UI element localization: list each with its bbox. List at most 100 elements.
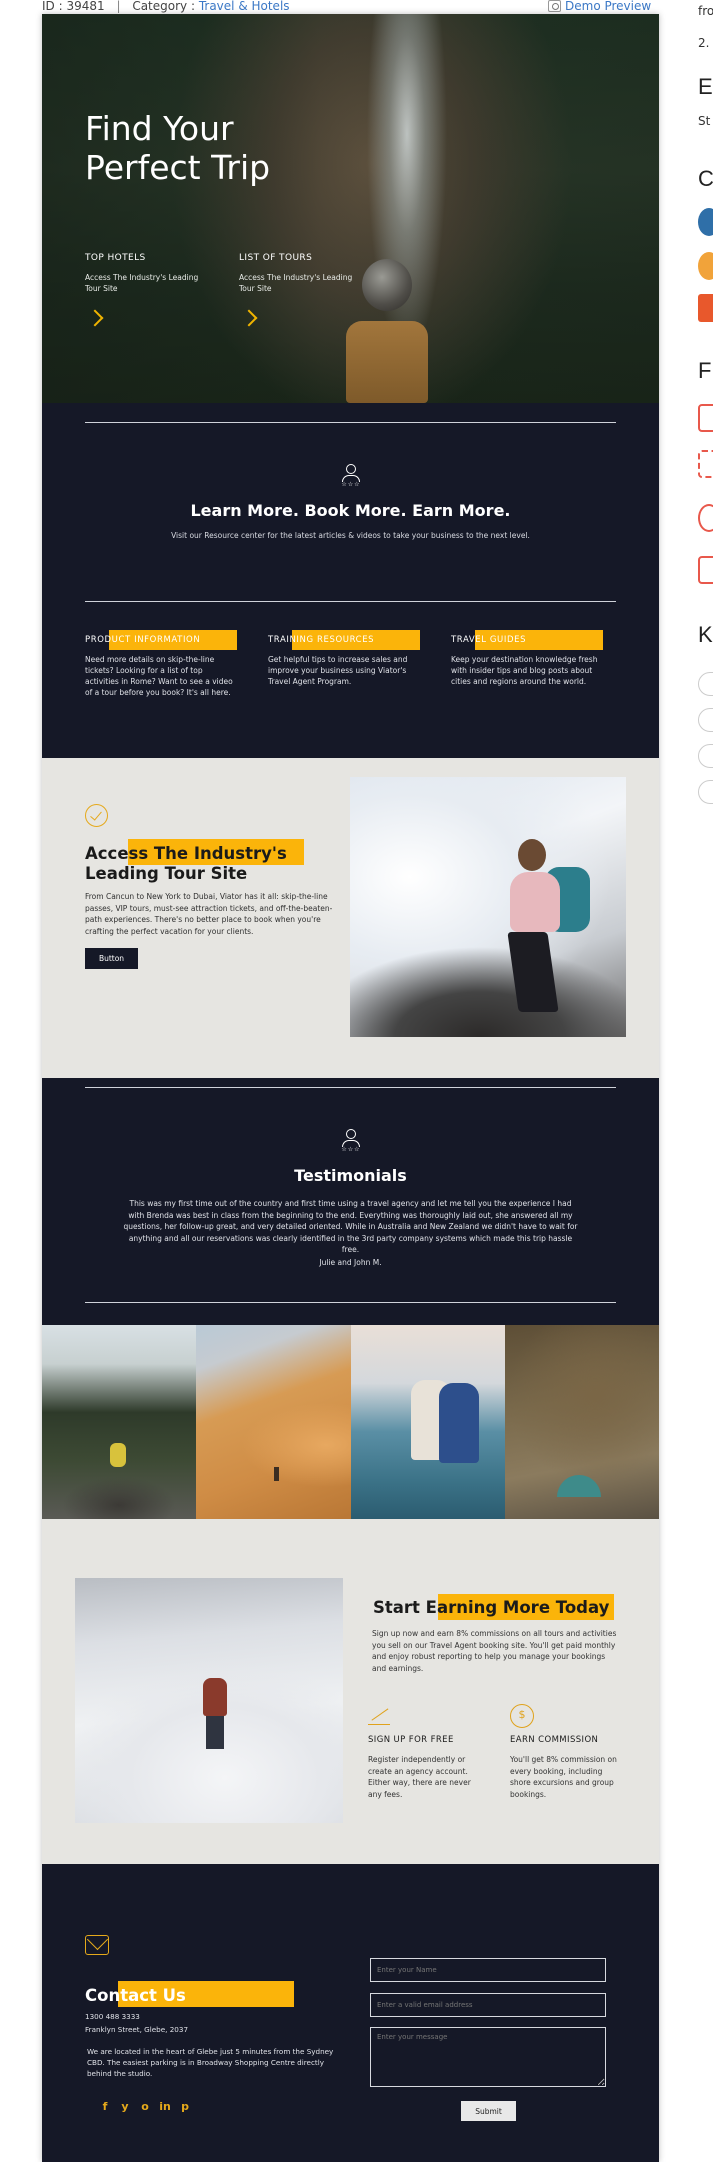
preview-icon xyxy=(548,0,561,12)
backpack-shape xyxy=(346,321,428,403)
html5-icon[interactable] xyxy=(698,294,713,322)
sidebar-heading-f: F xyxy=(698,358,712,383)
contact-note: We are located in the heart of Glebe jus… xyxy=(87,2047,334,2078)
earn-column-desc: Register independently or create an agen… xyxy=(368,1755,471,1799)
hero-title: Find Your Perfect Trip xyxy=(85,109,270,187)
learn-more-title: Learn More. Book More. Earn More. xyxy=(190,501,511,520)
submit-button[interactable]: Submit xyxy=(461,2101,516,2121)
keyword-tag-2[interactable] xyxy=(698,708,713,732)
feature-heading[interactable]: TRAINING RESOURCES xyxy=(268,630,420,650)
demo-preview-link[interactable]: Demo Preview xyxy=(548,0,651,12)
contact-phone: 1300 488 3333 xyxy=(85,2012,140,2021)
sidebar-text-3: St xyxy=(698,114,711,128)
earn-column-commission: EARN COMMISSION You'll get 8% commission… xyxy=(510,1704,620,1800)
person-stars-icon: ☆☆☆ xyxy=(340,1129,362,1153)
template-meta-bar: ID : 39481 | Category : Travel & Hotels xyxy=(42,0,290,14)
gallery-couple-sea-image xyxy=(350,1325,505,1519)
testimonial-quote: This was my first time out of the countr… xyxy=(123,1199,578,1254)
category-label: Category : xyxy=(132,0,195,13)
sidebar-heading-e: E xyxy=(698,74,713,99)
contact-address: Franklyn Street, Glebe, 2037 xyxy=(85,2025,189,2034)
gallery-palm-road-image xyxy=(42,1325,197,1519)
hero-column-heading: LIST OF TOURS xyxy=(239,253,313,263)
divider-line xyxy=(85,1302,616,1303)
sidebar-heading-c: C xyxy=(698,166,713,191)
feature-travel-guides: TRAVEL GUIDES Keep your destination know… xyxy=(451,630,603,687)
feature-heading[interactable]: TRAVEL GUIDES xyxy=(451,630,603,650)
earn-title: Start Earning More Today xyxy=(373,1598,610,1617)
feature-heading[interactable]: PRODUCT INFORMATION xyxy=(85,630,237,650)
keyword-tag-3[interactable] xyxy=(698,744,713,768)
template-preview: Find Your Perfect Trip TOP HOTELS Access… xyxy=(42,14,659,2162)
email-field[interactable] xyxy=(370,1993,606,2017)
name-field[interactable] xyxy=(370,1958,606,1982)
sidebar-text-2: 2. xyxy=(698,36,710,50)
social-links: f y o in p xyxy=(98,2100,192,2114)
earn-column-desc: You'll get 8% commission on every bookin… xyxy=(510,1755,617,1799)
feature-training-resources: TRAINING RESOURCES Get helpful tips to i… xyxy=(268,630,420,687)
joomla-icon[interactable] xyxy=(698,252,713,280)
testimonials-title: Testimonials xyxy=(294,1166,407,1185)
feature-icon-4 xyxy=(698,556,713,584)
earn-column-heading: SIGN UP FOR FREE xyxy=(368,1735,454,1745)
earn-column-sign-up: SIGN UP FOR FREE Register independently … xyxy=(368,1704,478,1800)
feature-icon-3 xyxy=(698,504,713,532)
hero-column-top-hotels: TOP HOTELS Access The Industry's Leading… xyxy=(85,252,210,327)
sidebar-heading-k: K xyxy=(698,622,713,647)
snow-climber-image xyxy=(75,1578,343,1823)
coin-icon xyxy=(510,1704,534,1728)
feature-icon-1 xyxy=(698,404,713,432)
earn-text: Sign up now and earn 8% commissions on a… xyxy=(372,1629,617,1673)
right-sidebar: fro 2. E St C F K xyxy=(698,0,713,820)
message-field[interactable] xyxy=(370,2027,606,2087)
hero-section: Find Your Perfect Trip TOP HOTELS Access… xyxy=(42,14,659,403)
learn-more-subtitle: Visit our Resource center for the latest… xyxy=(171,531,530,540)
linkedin-icon[interactable]: in xyxy=(158,2100,172,2114)
gallery-tent-image xyxy=(504,1325,659,1519)
hero-column-heading: TOP HOTELS xyxy=(85,253,146,263)
head-shape xyxy=(362,259,412,311)
learn-more-section xyxy=(42,403,659,758)
chevron-right-icon[interactable] xyxy=(240,309,258,327)
access-title-line-2: Leading Tour Site xyxy=(85,864,248,883)
template-id: ID : 39481 xyxy=(42,0,105,13)
testimonial-author: Julie and John M. xyxy=(319,1258,382,1267)
hero-title-line-1: Find Your xyxy=(85,109,234,148)
divider-line xyxy=(85,601,616,602)
twitter-icon[interactable]: y xyxy=(118,2100,132,2114)
feature-product-information: PRODUCT INFORMATION Need more details on… xyxy=(85,630,237,698)
checkmark-icon xyxy=(85,804,108,827)
wordpress-icon[interactable] xyxy=(698,208,713,236)
pen-icon xyxy=(368,1704,392,1728)
feature-icon-2 xyxy=(698,450,713,478)
category-link[interactable]: Travel & Hotels xyxy=(199,0,290,13)
woman-hiker-image xyxy=(350,777,626,1037)
earn-column-heading: EARN COMMISSION xyxy=(510,1735,599,1745)
hero-title-line-2: Perfect Trip xyxy=(85,148,271,187)
gallery-desert-image xyxy=(196,1325,351,1519)
hero-column-desc: Access The Industry's Leading Tour Site xyxy=(239,273,353,293)
meta-separator: | xyxy=(116,0,121,13)
hero-column-list-of-tours: LIST OF TOURS Access The Industry's Lead… xyxy=(239,252,364,327)
pinterest-icon[interactable]: p xyxy=(178,2100,192,2114)
access-title-line-1: Access The Industry's xyxy=(85,844,287,863)
chevron-right-icon[interactable] xyxy=(86,309,104,327)
divider-line xyxy=(85,422,616,423)
feature-desc: Need more details on skip-the-line ticke… xyxy=(85,655,233,697)
feature-desc: Get helpful tips to increase sales and i… xyxy=(268,655,408,686)
feature-desc: Keep your destination knowledge fresh wi… xyxy=(451,655,598,686)
access-text: From Cancun to New York to Dubai, Viator… xyxy=(85,892,333,936)
demo-preview-label: Demo Preview xyxy=(565,0,652,13)
hero-column-desc: Access The Industry's Leading Tour Site xyxy=(85,273,199,293)
facebook-icon[interactable]: f xyxy=(98,2100,112,2114)
instagram-icon[interactable]: o xyxy=(138,2100,152,2114)
sidebar-text-1: fro xyxy=(698,4,713,18)
keyword-tag-1[interactable] xyxy=(698,672,713,696)
contact-title: Contact Us xyxy=(85,1986,186,2005)
keyword-tag-4[interactable] xyxy=(698,780,713,804)
person-stars-icon: ☆☆☆ xyxy=(340,464,362,488)
access-title: Access The Industry's Leading Tour Site xyxy=(85,844,305,884)
access-button[interactable]: Button xyxy=(85,948,138,969)
mail-icon xyxy=(85,1935,109,1955)
divider-line xyxy=(85,1087,616,1088)
